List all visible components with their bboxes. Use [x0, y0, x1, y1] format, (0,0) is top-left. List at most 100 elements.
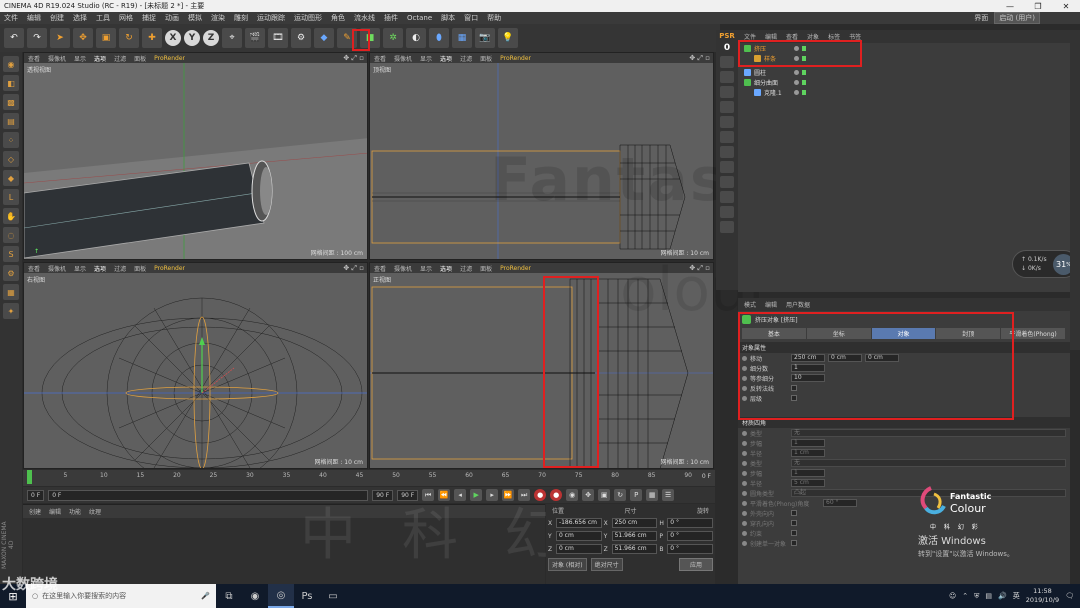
render-settings-icon[interactable]: ⚙ [291, 28, 311, 48]
panel-tab-icon[interactable] [720, 221, 734, 233]
perspective-viewport[interactable]: ↑ 查看 摄像机 显示 选项 过滤 面板 ProRender ✥ ⤢ ▫ 透视视… [23, 52, 368, 260]
y-axis-lock-button[interactable]: Y [184, 30, 200, 46]
content-browser-tab-icon[interactable] [720, 86, 734, 98]
vp-menu-panel[interactable]: 面板 [134, 54, 146, 63]
hierarchical-checkbox[interactable] [791, 395, 797, 401]
enabled-check-icon[interactable] [802, 70, 806, 75]
people-icon[interactable]: ☺ [949, 592, 956, 600]
vp-menu-view[interactable]: 查看 [28, 54, 40, 63]
keyframe-selection-icon[interactable]: ◉ [566, 489, 579, 501]
timeline-menu-icon[interactable]: ☰ [662, 489, 675, 501]
am-menu-userdata[interactable]: 用户数据 [786, 300, 810, 309]
next-frame-icon[interactable]: ▸ [486, 489, 499, 501]
layout-select[interactable]: 启动 (用户) [994, 12, 1040, 24]
position-x-field[interactable]: -186.656 cm [555, 518, 602, 528]
pen-spline-icon[interactable]: ✎ [337, 28, 357, 48]
movement-x-field[interactable]: 250 cm [791, 354, 825, 362]
shield-icon[interactable]: ⛨ [974, 592, 979, 601]
animate-dot[interactable] [742, 365, 747, 371]
panel-tab-icon[interactable] [720, 131, 734, 143]
animate-dot[interactable] [742, 450, 747, 456]
redo-icon[interactable]: ↷ [27, 28, 47, 48]
om-menu-view[interactable]: 查看 [786, 32, 798, 41]
top-viewport[interactable]: 查看 摄像机 显示 选项 过滤 面板 ProRender ✥ ⤢ ▫ 顶视图 网… [369, 52, 714, 260]
animate-dot[interactable] [742, 500, 747, 506]
menu-select[interactable]: 选择 [73, 13, 87, 23]
material-menu-edit[interactable]: 编辑 [49, 507, 61, 516]
extra-tool-icon[interactable]: ✦ [3, 303, 19, 319]
prop-checkbox[interactable] [791, 530, 797, 536]
texture-mode-icon[interactable]: ▩ [3, 94, 19, 110]
om-menu-tags[interactable]: 标签 [828, 32, 840, 41]
apply-button[interactable]: 应用 [678, 558, 713, 571]
edges-mode-icon[interactable]: ◇ [3, 151, 19, 167]
vp-menu-view[interactable]: 查看 [374, 264, 386, 273]
light-icon[interactable]: 💡 [498, 28, 518, 48]
om-menu-file[interactable]: 文件 [744, 32, 756, 41]
animate-dot[interactable] [742, 520, 747, 526]
takes-tab-icon[interactable] [720, 71, 734, 83]
prop-dropdown[interactable]: 无 [791, 459, 1066, 467]
menu-tools[interactable]: 工具 [96, 13, 110, 23]
timeline-ruler[interactable]: 0 5 10 15 20 25 30 35 40 45 50 55 60 65 … [27, 472, 692, 484]
menu-octane[interactable]: Octane [407, 14, 432, 22]
right-viewport[interactable]: 查看 摄像机 显示 选项 过滤 面板 ProRender ✥ ⤢ ▫ 右视图 网… [23, 262, 368, 469]
rotation-p-field[interactable]: 0 ° [667, 531, 713, 541]
size-mode-select[interactable]: 绝对尺寸 [590, 558, 623, 571]
object-row-subdivision[interactable]: 细分曲面 [744, 78, 806, 87]
key-param-icon[interactable]: P [630, 489, 643, 501]
floor-icon[interactable]: ▦ [452, 28, 472, 48]
subdivision-field[interactable]: 1 [791, 364, 825, 372]
vp-menu-prorender[interactable]: ProRender [154, 265, 185, 272]
prop-field[interactable]: 1 cm [791, 449, 825, 457]
vp-menu-view[interactable]: 查看 [28, 264, 40, 273]
lock-workplane-icon[interactable]: ⚙ [3, 265, 19, 281]
render-view-icon[interactable]: 🎬 [245, 28, 265, 48]
notifications-icon[interactable]: 🗨 [1065, 592, 1074, 600]
tab-object[interactable]: 对象 [871, 328, 936, 339]
position-z-field[interactable]: 0 cm [555, 544, 602, 554]
vp-menu-view[interactable]: 查看 [374, 54, 386, 63]
visibility-dot[interactable] [794, 80, 799, 85]
volume-icon[interactable]: 🔊 [998, 592, 1007, 600]
vp-menu-prorender[interactable]: ProRender [154, 55, 185, 62]
make-editable-icon[interactable]: ◉ [3, 56, 19, 72]
vp-menu-prorender[interactable]: ProRender [500, 55, 531, 62]
panel-tab-icon[interactable] [720, 176, 734, 188]
vp-menu-panel[interactable]: 面板 [480, 264, 492, 273]
frame-range-slider[interactable]: 0 F [48, 489, 369, 501]
structure-tab-icon[interactable] [720, 101, 734, 113]
select-arrow-icon[interactable]: ➤ [50, 28, 70, 48]
prop-field[interactable]: 1 [791, 469, 825, 477]
render-picture-viewer-icon[interactable]: 🎞 [268, 28, 288, 48]
auto-key-icon[interactable]: ● [550, 489, 563, 501]
prop-dropdown[interactable]: 无 [791, 429, 1066, 437]
flip-normals-checkbox[interactable] [791, 385, 797, 391]
vp-menu-camera[interactable]: 摄像机 [48, 54, 66, 63]
maximize-button[interactable]: ❐ [1024, 2, 1052, 11]
workplane-icon[interactable]: ▤ [3, 113, 19, 129]
viewport-nav-icon[interactable]: ✥ ⤢ ▫ [689, 264, 710, 273]
viewport-nav-icon[interactable]: ✥ ⤢ ▫ [343, 264, 364, 273]
enabled-check-icon[interactable] [802, 90, 806, 95]
minimize-button[interactable]: — [996, 2, 1024, 11]
isoparm-field[interactable]: 10 [791, 374, 825, 382]
chrome-icon[interactable]: ◉ [242, 584, 268, 608]
menu-script[interactable]: 脚本 [441, 13, 455, 23]
viewport-nav-icon[interactable]: ✥ ⤢ ▫ [343, 54, 364, 63]
object-row-spline[interactable]: 样条 [754, 54, 806, 63]
movement-z-field[interactable]: 0 cm [865, 354, 899, 362]
vp-menu-options[interactable]: 选项 [440, 264, 452, 273]
key-rotation-icon[interactable]: ↻ [614, 489, 627, 501]
menu-animate[interactable]: 动画 [165, 13, 179, 23]
vp-menu-panel[interactable]: 面板 [134, 264, 146, 273]
vp-menu-filter[interactable]: 过滤 [460, 54, 472, 63]
scale-icon[interactable]: ▣ [96, 28, 116, 48]
menu-create[interactable]: 创建 [50, 13, 64, 23]
tab-phong[interactable]: 平滑着色(Phong) [1001, 328, 1065, 339]
cloner-icon[interactable]: ✲ [383, 28, 403, 48]
vp-menu-camera[interactable]: 摄像机 [394, 54, 412, 63]
vp-menu-prorender[interactable]: ProRender [500, 265, 531, 272]
vp-menu-display[interactable]: 显示 [420, 54, 432, 63]
model-mode-icon[interactable]: ◧ [3, 75, 19, 91]
